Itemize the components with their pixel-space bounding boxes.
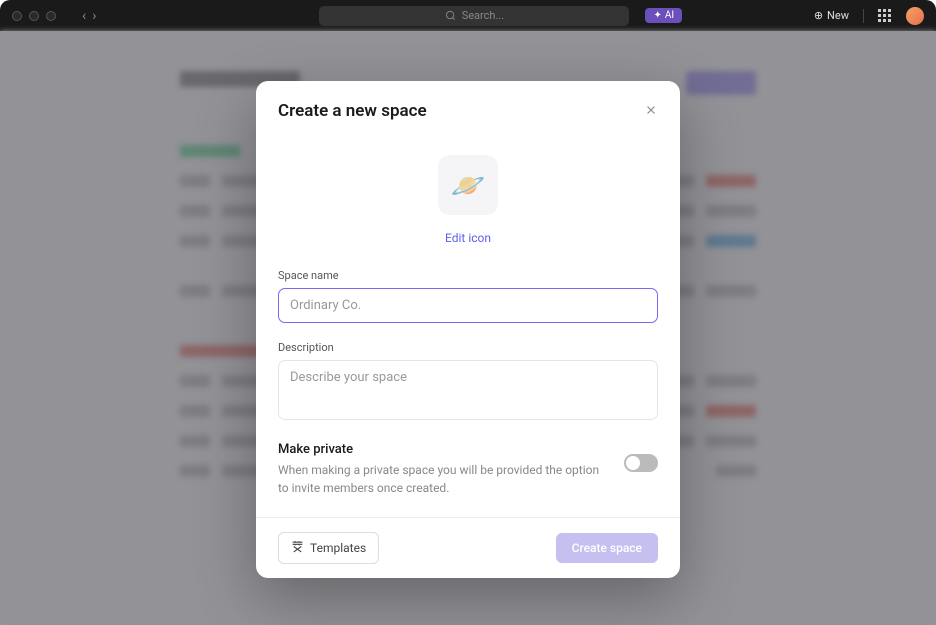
planet-icon: 🪐: [451, 169, 486, 202]
privacy-description: When making a private space you will be …: [278, 461, 608, 497]
nav-arrows: ‹ ›: [82, 8, 96, 24]
sparkle-icon: ✦: [653, 10, 661, 21]
close-window-icon[interactable]: [12, 11, 22, 21]
back-button[interactable]: ‹: [82, 8, 86, 24]
description-input[interactable]: [278, 360, 658, 420]
privacy-section: Make private When making a private space…: [278, 442, 658, 497]
icon-section: 🪐 Edit icon: [278, 155, 658, 245]
privacy-title: Make private: [278, 442, 608, 457]
traffic-lights: [12, 11, 56, 21]
close-icon[interactable]: [644, 102, 658, 121]
space-name-input[interactable]: [278, 288, 658, 323]
templates-label: Templates: [310, 541, 366, 555]
modal-body: 🪐 Edit icon Space name Description Make …: [256, 121, 680, 517]
modal-header: Create a new space: [256, 81, 680, 121]
modal-overlay[interactable]: Create a new space 🪐 Edit icon Space nam…: [0, 31, 936, 625]
forward-button[interactable]: ›: [92, 8, 96, 24]
plus-icon: ⊕: [814, 9, 823, 22]
apps-icon[interactable]: [878, 9, 892, 23]
privacy-toggle[interactable]: [624, 454, 658, 472]
modal-footer: Templates Create space: [256, 517, 680, 578]
avatar[interactable]: [906, 7, 924, 25]
edit-icon-link[interactable]: Edit icon: [445, 231, 491, 245]
new-label: New: [827, 9, 849, 22]
create-space-button[interactable]: Create space: [556, 533, 658, 563]
space-name-group: Space name: [278, 269, 658, 323]
ai-label: AI: [665, 10, 674, 21]
create-space-modal: Create a new space 🪐 Edit icon Space nam…: [256, 81, 680, 578]
modal-title: Create a new space: [278, 101, 427, 121]
ai-button[interactable]: ✦ AI: [645, 8, 682, 23]
minimize-window-icon[interactable]: [29, 11, 39, 21]
wand-icon: [291, 540, 304, 556]
search-input[interactable]: Search...: [319, 6, 629, 26]
description-group: Description: [278, 341, 658, 424]
space-name-label: Space name: [278, 269, 658, 282]
maximize-window-icon[interactable]: [46, 11, 56, 21]
templates-button[interactable]: Templates: [278, 532, 379, 564]
window-chrome: ‹ › Search... ✦ AI ⊕ New: [0, 0, 936, 31]
space-icon-preview[interactable]: 🪐: [438, 155, 498, 215]
divider: [863, 9, 864, 23]
privacy-text: Make private When making a private space…: [278, 442, 608, 497]
description-label: Description: [278, 341, 658, 354]
toggle-knob: [626, 456, 640, 470]
new-button[interactable]: ⊕ New: [814, 9, 849, 22]
search-placeholder: Search...: [462, 9, 505, 22]
search-icon: [445, 10, 456, 21]
